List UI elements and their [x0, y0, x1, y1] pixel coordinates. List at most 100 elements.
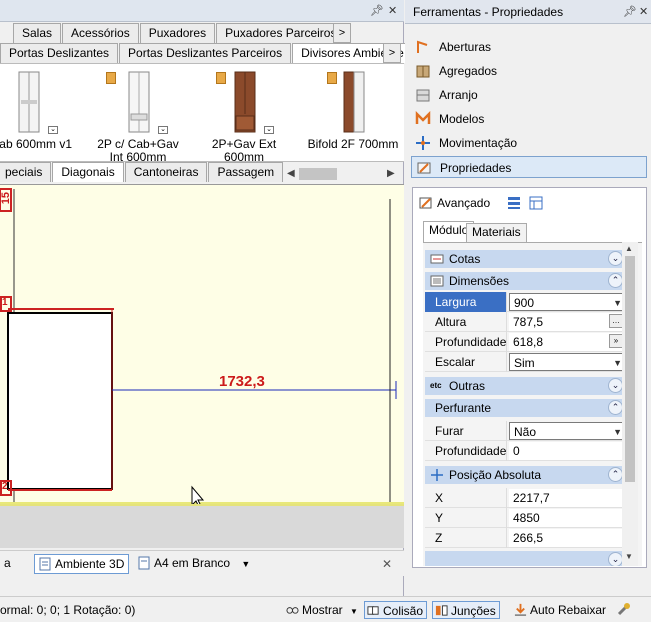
- property-row[interactable]: Furar Não ▼: [425, 421, 627, 441]
- category-subtabs: peciais Diagonais Cantoneiras Passagem: [0, 162, 284, 182]
- property-row[interactable]: Largura 900 ▼: [425, 292, 627, 312]
- nav-propriedades[interactable]: Propriedades: [411, 156, 647, 178]
- group-perfurante[interactable]: Perfurante ⌃: [425, 399, 627, 417]
- drawing-canvas[interactable]: 1732,3 15 1 2: [0, 184, 404, 508]
- group-cotas[interactable]: Cotas ⌄: [425, 250, 627, 268]
- auto-rebaixar-button[interactable]: Auto Rebaixar: [512, 601, 606, 619]
- nav-movimentacao[interactable]: Movimentação: [411, 132, 647, 154]
- property-value: Não: [514, 425, 537, 439]
- property-pages-icon[interactable]: [529, 196, 543, 210]
- property-row[interactable]: Altura 787,5 …: [425, 312, 627, 332]
- tab-diagonais[interactable]: Diagonais: [52, 162, 124, 182]
- pin-icon[interactable]: 📌︎: [623, 5, 637, 18]
- nav-aberturas[interactable]: Aberturas: [411, 36, 647, 58]
- property-row[interactable]: X 2217,7: [425, 488, 627, 508]
- scroll-up-icon[interactable]: ▲: [625, 244, 633, 253]
- group-outras[interactable]: etc Outras ⌄: [425, 377, 627, 395]
- juncoes-toggle[interactable]: Junções: [432, 601, 500, 619]
- scrollbar-thumb[interactable]: [299, 168, 337, 180]
- cabinet-thumbnail-icon: [128, 71, 150, 133]
- property-row[interactable]: Y 4850: [425, 508, 627, 528]
- tab-especiais[interactable]: peciais: [0, 162, 52, 182]
- check-icon: ⌄: [264, 126, 274, 134]
- nav-modelos[interactable]: Modelos: [411, 108, 647, 130]
- catalog-item[interactable]: ⌄ 2P+Gav Ext 600mm: [196, 68, 292, 164]
- group-posicao-absoluta[interactable]: Posição Absoluta ⌃: [425, 466, 627, 484]
- advanced-button[interactable]: Avançado: [419, 194, 490, 212]
- y-input[interactable]: 4850: [509, 509, 625, 527]
- lower-icon: [514, 603, 527, 616]
- property-row[interactable]: Profundidade 618,8 »: [425, 332, 627, 352]
- collapse-icon[interactable]: ⌃: [608, 467, 623, 482]
- tab-salas[interactable]: Salas: [13, 23, 62, 43]
- tab-cantoneiras[interactable]: Cantoneiras: [124, 162, 208, 182]
- mostrar-button[interactable]: Mostrar ▼: [284, 601, 358, 619]
- right-pane-titlebar: Ferramentas - Propriedades 📌︎ ✕: [405, 0, 651, 24]
- chevron-down-icon[interactable]: ▼: [613, 354, 622, 372]
- tab-portas-deslizantes[interactable]: Portas Deslizantes: [0, 43, 119, 63]
- scroll-down-icon[interactable]: ▼: [625, 552, 633, 561]
- catalog-item[interactable]: ⌄ 2P c/ Cab+Gav Int 600mm: [90, 68, 186, 164]
- tabs-row2-arrow[interactable]: >: [383, 43, 401, 63]
- pin-icon[interactable]: 📌︎: [370, 4, 384, 17]
- tab-puxadores-parceiros[interactable]: Puxadores Parceiros: [216, 23, 346, 43]
- categorized-view-icon[interactable]: [507, 196, 521, 210]
- altura-input[interactable]: 787,5 …: [509, 313, 625, 331]
- tabs-more-arrow[interactable]: >: [333, 23, 351, 43]
- expand-icon[interactable]: ⌄: [608, 552, 623, 566]
- chevron-down-icon[interactable]: ▼: [613, 423, 622, 441]
- tab-acessorios[interactable]: Acessórios: [62, 23, 139, 43]
- dimension-label-width: 1732,3: [219, 373, 265, 390]
- catalog-item[interactable]: Bifold 2F 700mm: [305, 68, 401, 160]
- property-value: 900: [514, 296, 535, 310]
- tab-passagem[interactable]: Passagem: [208, 162, 284, 182]
- property-row[interactable]: Z 266,5: [425, 528, 627, 548]
- escalar-select[interactable]: Sim ▼: [509, 353, 625, 371]
- property-key: Y: [425, 508, 507, 528]
- close-icon[interactable]: ✕: [639, 5, 648, 18]
- nav-arranjo[interactable]: Arranjo: [411, 84, 647, 106]
- group-dimensoes[interactable]: Dimensões ⌃: [425, 272, 627, 290]
- tab-a4-label: A4 em Branco: [154, 556, 231, 570]
- tab-portas-deslizantes-parceiros[interactable]: Portas Deslizantes Parceiros: [119, 43, 292, 63]
- subtabs-scrollbar[interactable]: ◀ ▶: [283, 166, 403, 182]
- catalog-item[interactable]: ⌄ / Cab 600mm v1: [0, 68, 76, 160]
- collapse-icon[interactable]: ⌃: [608, 400, 623, 415]
- property-row[interactable]: Profundidade 0: [425, 441, 627, 461]
- scroll-left-icon[interactable]: ◀: [287, 166, 295, 182]
- group-label: Dimensões: [449, 274, 510, 288]
- close-icon[interactable]: ✕: [388, 4, 397, 17]
- group-next[interactable]: ⌄: [425, 551, 627, 566]
- properties-icon: [419, 197, 432, 209]
- expand-icon[interactable]: ⌄: [608, 251, 623, 266]
- profundidade-input[interactable]: 618,8 »: [509, 333, 625, 351]
- property-row[interactable]: Escalar Sim ▼: [425, 352, 627, 372]
- property-grid-scrollbar[interactable]: ▲ ▼: [622, 242, 638, 566]
- furar-select[interactable]: Não ▼: [509, 422, 625, 440]
- colisao-toggle[interactable]: Colisão: [364, 601, 428, 619]
- expand-arrow-button[interactable]: »: [609, 334, 623, 348]
- largura-input[interactable]: 900 ▼: [509, 293, 625, 311]
- tab-ambiente-3d[interactable]: Ambiente 3D: [34, 554, 130, 574]
- tab-a4-em-branco[interactable]: A4 em Branco ▼: [134, 554, 254, 574]
- chevron-down-icon[interactable]: ▼: [613, 294, 622, 312]
- close-tab-icon[interactable]: ✕: [382, 557, 392, 571]
- modelos-icon: [415, 111, 431, 124]
- tab-puxadores[interactable]: Puxadores: [139, 23, 216, 43]
- chevron-down-icon[interactable]: ▼: [241, 559, 250, 569]
- z-input[interactable]: 266,5: [509, 529, 625, 547]
- collapse-icon[interactable]: ⌃: [608, 273, 623, 288]
- properties-panel: Avançado Módulo Materiais Cotas ⌄ Dimens…: [412, 187, 647, 568]
- left-pane-titlebar: 📌︎ ✕: [0, 0, 404, 22]
- tab-partial[interactable]: a: [0, 554, 15, 574]
- tab-materiais[interactable]: Materiais: [466, 223, 527, 242]
- ellipsis-button[interactable]: …: [609, 314, 623, 328]
- x-input[interactable]: 2217,7: [509, 489, 625, 507]
- nav-agregados[interactable]: Agregados: [411, 60, 647, 82]
- profundidade-furo-input[interactable]: 0: [509, 442, 625, 460]
- wrench-icon[interactable]: [616, 601, 632, 617]
- expand-icon[interactable]: ⌄: [608, 378, 623, 393]
- scroll-right-icon[interactable]: ▶: [387, 166, 395, 182]
- catalog-item-label: / Cab 600mm v1: [0, 137, 73, 151]
- scrollbar-thumb[interactable]: [625, 256, 635, 482]
